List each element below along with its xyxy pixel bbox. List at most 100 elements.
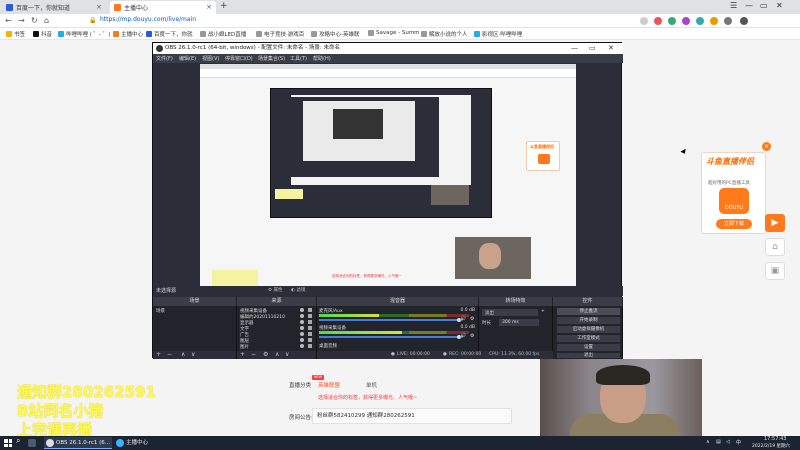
menu-file[interactable]: 文件(F)	[156, 55, 173, 62]
start-recording-button[interactable]: 开始录制	[557, 317, 620, 324]
taskbar-app-obs[interactable]: OBS 26.1.0-rc1 (6...	[44, 437, 112, 449]
down-icon[interactable]: ∨	[191, 351, 195, 358]
menu-edit[interactable]: 编辑(E)	[179, 55, 196, 62]
lock-icon[interactable]	[308, 326, 312, 330]
volume-slider[interactable]	[319, 336, 459, 338]
menu-view[interactable]: 视图(V)	[202, 55, 219, 62]
search-icon[interactable]: ⌕	[16, 436, 24, 445]
lock-icon[interactable]	[308, 320, 312, 324]
add-icon[interactable]: +	[240, 351, 245, 358]
menu-icon[interactable]: ☰	[730, 1, 737, 10]
speaker-icon[interactable]: 🔊	[460, 316, 466, 322]
close-icon[interactable]: ×	[96, 3, 102, 11]
gear-icon[interactable]: ⚙	[470, 316, 474, 322]
gear-icon[interactable]: ⚙	[263, 351, 268, 358]
eye-icon[interactable]	[300, 344, 304, 348]
lock-icon[interactable]	[308, 308, 312, 312]
clock-date[interactable]: 2022/2/19 星期六	[752, 443, 790, 449]
eye-icon[interactable]	[300, 320, 304, 324]
extension-icon[interactable]	[682, 17, 690, 25]
lock-icon[interactable]	[308, 314, 312, 318]
stop-streaming-button[interactable]: 停止推流	[557, 308, 620, 315]
transition-select[interactable]: 淡出	[482, 309, 538, 316]
network-icon[interactable]: ▤	[716, 439, 721, 445]
tab-baidu[interactable]: 百度一下，你就知道 ×	[2, 1, 106, 14]
tray-chevron-icon[interactable]: ∧	[706, 439, 710, 445]
bookmark-item[interactable]: 攻略中心-英雄联	[311, 30, 360, 38]
extension-icon[interactable]	[668, 17, 676, 25]
duration-input[interactable]: 300 ms	[499, 319, 539, 326]
account-icon[interactable]	[740, 17, 748, 25]
volume-slider[interactable]	[319, 319, 459, 321]
extension-icon[interactable]	[710, 17, 718, 25]
lock-icon[interactable]	[308, 338, 312, 342]
app-icon[interactable]: ▣	[765, 262, 785, 280]
restore-button[interactable]: ▭	[760, 1, 768, 10]
bookmark-item[interactable]: 哔哩哔哩 ( ゜- ゜)	[58, 30, 111, 38]
close-window-button[interactable]: ✕	[776, 1, 783, 10]
menu-docks[interactable]: 停靠窗口(D)	[225, 55, 253, 62]
extension-icon[interactable]	[654, 17, 662, 25]
bookmark-item[interactable]: 解放小说的个人	[421, 30, 468, 38]
bookmark-item[interactable]: 抖音	[33, 30, 52, 38]
close-icon[interactable]: ×	[206, 3, 212, 11]
menu-scene-collection[interactable]: 场景集合(S)	[258, 55, 285, 62]
home-icon[interactable]: ⌂	[44, 16, 49, 25]
lock-icon[interactable]	[308, 332, 312, 336]
remove-icon[interactable]: −	[167, 351, 172, 358]
bookmark-item[interactable]: 战小娘LED直播	[200, 30, 246, 38]
add-icon[interactable]: +	[156, 351, 161, 358]
remove-icon[interactable]: −	[251, 351, 256, 358]
gear-icon[interactable]: ⚙	[470, 333, 474, 339]
maximize-button[interactable]: ▭	[589, 43, 596, 54]
type-option-active[interactable]: 英雄联盟	[318, 381, 340, 389]
back-icon[interactable]: ←	[5, 16, 12, 25]
obs-preview[interactable]: 斗鱼直播伴侣 选择适合你的标签，获得更多曝光、人气哦~	[200, 64, 576, 290]
eye-icon[interactable]	[300, 326, 304, 330]
bookmark-item[interactable]: 影视区·哔哩哔哩	[474, 30, 522, 38]
source-item[interactable]: 图片	[240, 344, 312, 350]
filters-button[interactable]: ◐ 滤镜	[291, 287, 305, 293]
add-icon[interactable]: +	[541, 309, 545, 314]
new-tab-button[interactable]: +	[220, 1, 228, 11]
start-virtual-camera-button[interactable]: 启动虚拟摄像机	[557, 326, 620, 333]
extension-icon[interactable]	[640, 17, 648, 25]
taskbar-app-browser[interactable]: 主播中心	[114, 437, 174, 449]
ime-icon[interactable]: 中	[736, 439, 741, 446]
bookmark-item[interactable]: 百度一下，你就	[146, 30, 193, 38]
settings-button[interactable]: 设置	[557, 344, 620, 351]
refresh-icon[interactable]: ↻	[31, 16, 38, 25]
studio-mode-button[interactable]: 工作室模式	[557, 335, 620, 342]
eye-icon[interactable]	[300, 314, 304, 318]
menu-tools[interactable]: 工具(T)	[290, 55, 307, 62]
play-icon[interactable]: ▶	[765, 214, 785, 232]
task-view-icon[interactable]	[28, 439, 36, 447]
notice-input[interactable]: 粉丝群582410299 通知群280262591	[312, 408, 512, 424]
close-window-button[interactable]: ✕	[608, 43, 614, 54]
minimize-button[interactable]: —	[745, 1, 753, 10]
eye-icon[interactable]	[300, 308, 304, 312]
type-option[interactable]: 单机	[366, 381, 377, 389]
properties-button[interactable]: ⚙ 属性	[268, 287, 282, 293]
eye-icon[interactable]	[300, 338, 304, 342]
windows-start-icon[interactable]	[4, 439, 12, 447]
speaker-icon[interactable]: 🔊	[460, 333, 466, 339]
url-input[interactable]: https://mp.douyu.com/live/main	[100, 16, 196, 23]
scene-item[interactable]: 场景	[156, 308, 165, 314]
down-icon[interactable]: ∨	[285, 351, 289, 358]
up-icon[interactable]: ∧	[181, 351, 185, 358]
minimize-button[interactable]: —	[571, 43, 578, 54]
bookmark-item[interactable]: Savage - Summ	[368, 30, 420, 36]
extension-icon[interactable]	[696, 17, 704, 25]
download-button[interactable]: 立即下载	[716, 219, 752, 229]
volume-icon[interactable]: ◁	[726, 439, 730, 445]
menu-help[interactable]: 帮助(H)	[313, 55, 331, 62]
close-icon[interactable]: ×	[762, 142, 771, 151]
up-icon[interactable]: ∧	[275, 351, 279, 358]
bookmark-item[interactable]: 电子竞技·游戏百	[256, 30, 304, 38]
extension-icon[interactable]	[724, 17, 732, 25]
bookmark-item[interactable]: 主播中心	[113, 30, 143, 38]
forward-icon[interactable]: →	[18, 16, 25, 25]
tab-anchor-center[interactable]: 主播中心 ×	[110, 1, 216, 14]
clock-time[interactable]: 17:57:43	[764, 436, 786, 442]
